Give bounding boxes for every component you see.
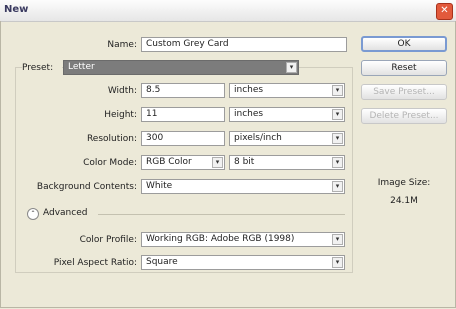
height-field[interactable]: 11 (141, 107, 225, 122)
color-mode-value: RGB Color (146, 157, 192, 167)
chevron-down-icon: ▾ (212, 157, 223, 168)
width-field[interactable]: 8.5 (141, 83, 225, 98)
color-mode-label: Color Mode: (83, 158, 137, 168)
delete-preset-button[interactable]: Delete Preset... (361, 108, 447, 124)
chevron-down-icon: ▾ (332, 109, 343, 120)
color-mode-dropdown[interactable]: RGB Color ▾ (141, 155, 225, 170)
background-contents-value: White (146, 181, 173, 191)
image-size-label: Image Size: (377, 178, 431, 188)
bit-depth-value: 8 bit (234, 157, 255, 167)
name-label: Name: (107, 40, 137, 50)
preset-value: Letter (68, 62, 95, 72)
resolution-unit-value: pixels/inch (234, 133, 282, 143)
pixel-aspect-ratio-label: Pixel Aspect Ratio: (53, 258, 137, 268)
image-size-value: 24.1M (390, 196, 418, 206)
resolution-label: Resolution: (86, 134, 137, 144)
color-profile-label: Color Profile: (79, 235, 137, 245)
height-label: Height: (104, 110, 137, 120)
preset-label: Preset: (22, 63, 62, 73)
width-label: Width: (107, 86, 137, 96)
window-title: New (4, 4, 29, 15)
color-profile-dropdown[interactable]: Working RGB: Adobe RGB (1998) ▾ (141, 232, 345, 247)
chevron-down-icon: ▾ (332, 157, 343, 168)
name-field[interactable]: Custom Grey Card (141, 37, 347, 52)
width-unit-value: inches (234, 85, 264, 95)
background-contents-label: Background Contents: (36, 182, 137, 192)
ok-button[interactable]: OK (361, 36, 447, 52)
advanced-divider (98, 214, 345, 215)
preset-dropdown[interactable]: Letter ▾ (63, 60, 299, 75)
width-unit-dropdown[interactable]: inches ▾ (229, 83, 345, 98)
color-profile-value: Working RGB: Adobe RGB (1998) (146, 234, 295, 244)
chevron-down-icon: ▾ (332, 257, 343, 268)
advanced-label[interactable]: Advanced (43, 208, 87, 218)
height-unit-dropdown[interactable]: inches ▾ (229, 107, 345, 122)
title-bar: New ✕ (0, 0, 456, 22)
save-preset-button[interactable]: Save Preset... (361, 84, 447, 100)
pixel-aspect-ratio-value: Square (146, 257, 178, 267)
height-unit-value: inches (234, 109, 264, 119)
bit-depth-dropdown[interactable]: 8 bit ▾ (229, 155, 345, 170)
background-contents-dropdown[interactable]: White ▾ (141, 179, 345, 194)
close-icon[interactable]: ✕ (436, 3, 453, 20)
resolution-field[interactable]: 300 (141, 131, 225, 146)
pixel-aspect-ratio-dropdown[interactable]: Square ▾ (141, 255, 345, 270)
chevron-down-icon: ▾ (332, 181, 343, 192)
advanced-toggle-icon[interactable]: ⌃ (27, 208, 39, 220)
chevron-down-icon: ▾ (286, 62, 297, 73)
chevron-down-icon: ▾ (332, 133, 343, 144)
resolution-unit-dropdown[interactable]: pixels/inch ▾ (229, 131, 345, 146)
chevron-down-icon: ▾ (332, 85, 343, 96)
chevron-down-icon: ▾ (332, 234, 343, 245)
reset-button[interactable]: Reset (361, 60, 447, 76)
